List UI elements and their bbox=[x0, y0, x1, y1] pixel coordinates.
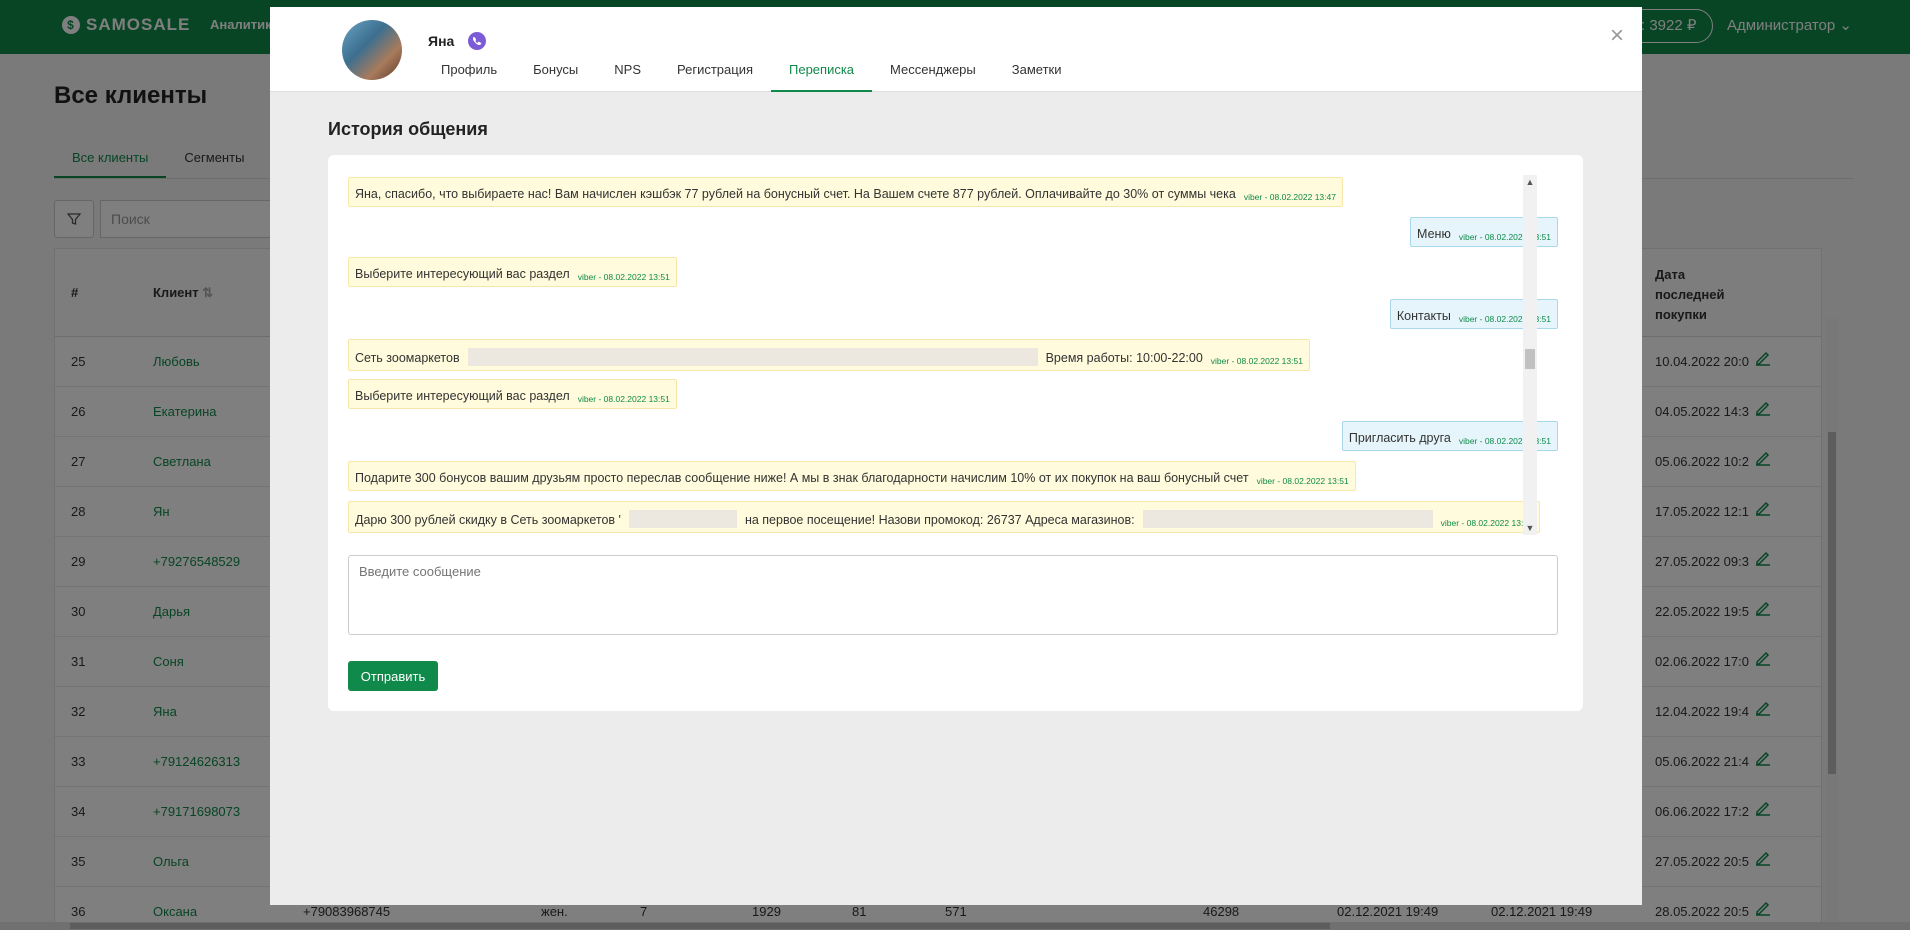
redacted-text bbox=[467, 348, 1038, 366]
scroll-down-icon[interactable]: ▼ bbox=[1525, 523, 1535, 533]
viber-icon bbox=[468, 32, 486, 50]
redacted-text bbox=[628, 510, 737, 528]
chat-history: Яна, спасибо, что выбираете нас! Вам нач… bbox=[348, 175, 1558, 535]
section-title: История общения bbox=[328, 119, 488, 139]
client-name: Яна bbox=[428, 33, 455, 49]
redacted-text bbox=[1142, 510, 1433, 528]
tab-bonuses[interactable]: Бонусы bbox=[515, 62, 596, 92]
tab-messengers[interactable]: Мессенджеры bbox=[872, 62, 994, 92]
message-incoming: Яна, спасибо, что выбираете нас! Вам нач… bbox=[348, 177, 1343, 207]
tab-correspondence[interactable]: Переписка bbox=[771, 62, 873, 92]
client-modal: Яна × Профиль Бонусы NPS Регистрация Пер… bbox=[270, 7, 1642, 905]
tab-registration[interactable]: Регистрация bbox=[659, 62, 771, 92]
scroll-up-icon[interactable]: ▲ bbox=[1525, 177, 1535, 187]
message-incoming: Сеть зоомаркетов Время работы: 10:00-22:0… bbox=[348, 339, 1310, 371]
modal-header: Яна × Профиль Бонусы NPS Регистрация Пер… bbox=[270, 7, 1642, 92]
message-incoming: Выберите интересующий вас раздел viber - … bbox=[348, 379, 677, 409]
tab-nps[interactable]: NPS bbox=[596, 62, 659, 92]
tab-notes[interactable]: Заметки bbox=[994, 62, 1080, 92]
chat-scrollbar[interactable]: ▲ ▼ bbox=[1523, 175, 1537, 535]
message-incoming: Подарите 300 бонусов вашим друзьям прост… bbox=[348, 461, 1356, 491]
message-input[interactable] bbox=[348, 555, 1558, 635]
message-incoming: Выберите интересующий вас раздел viber - … bbox=[348, 257, 677, 287]
send-button[interactable]: Отправить bbox=[348, 661, 438, 691]
close-icon[interactable]: × bbox=[1610, 22, 1624, 50]
message-incoming: Дарю 300 рублей скидку в Сеть зоомаркето… bbox=[348, 501, 1540, 533]
chat-card: Яна, спасибо, что выбираете нас! Вам нач… bbox=[328, 155, 1583, 711]
modal-tabs: Профиль Бонусы NPS Регистрация Переписка… bbox=[423, 62, 1079, 92]
tab-profile[interactable]: Профиль bbox=[423, 62, 515, 92]
scrollbar-thumb[interactable] bbox=[1525, 349, 1535, 369]
avatar bbox=[342, 20, 402, 80]
